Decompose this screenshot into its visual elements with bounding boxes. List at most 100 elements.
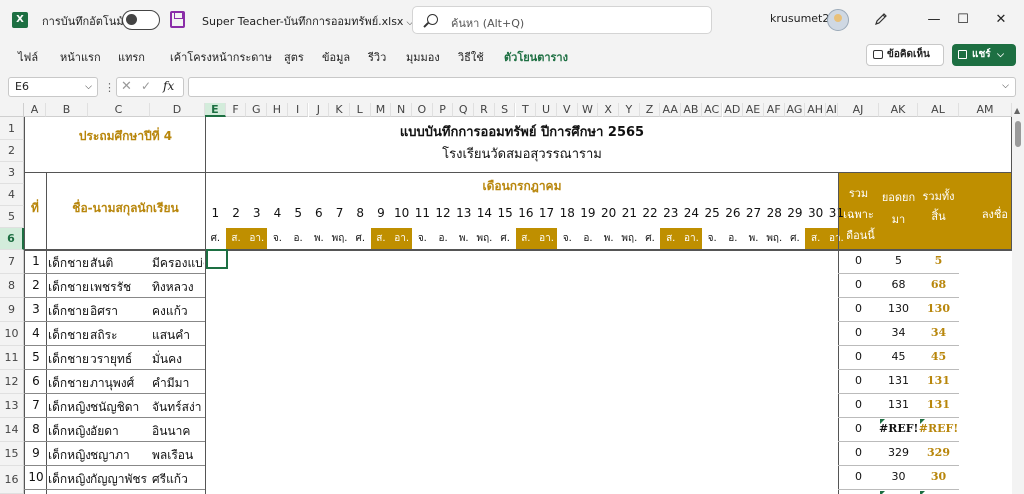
student-carry[interactable]: 130 (879, 302, 918, 315)
name-box[interactable]: E6 ⌵ (8, 77, 98, 97)
student-no[interactable]: 9 (26, 446, 46, 460)
column-header-b[interactable]: B (46, 103, 88, 117)
student-prefix[interactable]: เด็กหญิง (48, 422, 90, 441)
row-header-9[interactable]: 9 (0, 298, 24, 322)
share-button[interactable]: แชร์ ⌵ (952, 44, 1016, 66)
student-no[interactable]: 8 (26, 422, 46, 436)
row-header-5[interactable]: 5 (0, 206, 24, 228)
column-header-ak[interactable]: AK (879, 103, 918, 117)
column-header-ah[interactable]: AH (805, 103, 826, 117)
student-total[interactable]: 5 (918, 254, 959, 267)
column-header-ai[interactable]: AI (826, 103, 838, 117)
student-total[interactable]: 45 (918, 350, 959, 363)
student-prefix[interactable]: เด็กหญิง (48, 446, 90, 465)
student-carry[interactable]: 5 (879, 254, 918, 267)
search-box[interactable]: ค้นหา (Alt+Q) (412, 6, 712, 34)
column-header-ab[interactable]: AB (681, 103, 702, 117)
student-no[interactable]: 4 (26, 326, 46, 340)
file-name-dropdown[interactable]: Super Teacher-บันทึกการออมทรัพย์.xlsx ⌵ (202, 12, 413, 30)
student-carry[interactable]: 30 (879, 470, 918, 483)
student-total[interactable]: 34 (918, 326, 959, 339)
column-header-o[interactable]: O (412, 103, 433, 117)
spreadsheet-grid[interactable]: A B C D E F G H I J K L M N O P Q R S T U V W X Y Z AA AB AC AD AE AF AG… (0, 103, 1024, 494)
tab-insert[interactable]: แทรก (118, 48, 145, 66)
scroll-thumb[interactable] (1015, 121, 1021, 147)
scroll-up-icon[interactable]: ▲ (1014, 106, 1020, 115)
row-header-6[interactable]: 6 (0, 228, 24, 250)
student-prefix[interactable]: เด็กชาย (48, 326, 90, 345)
student-first-name[interactable]: อิศรา (90, 302, 148, 321)
student-month-total[interactable]: 0 (838, 470, 879, 483)
student-carry[interactable]: 34 (879, 326, 918, 339)
more-icon[interactable]: ⋮ (104, 81, 115, 94)
column-header-n[interactable]: N (391, 103, 412, 117)
cancel-icon[interactable]: ✕ (121, 79, 132, 94)
student-month-total[interactable]: 0 (838, 278, 879, 291)
student-first-name[interactable]: สถิระ (90, 326, 148, 345)
comments-button[interactable]: ข้อคิดเห็น (866, 44, 944, 66)
column-header-x[interactable]: X (598, 103, 619, 117)
student-first-name[interactable]: ชญาภา (90, 446, 148, 465)
column-header-ac[interactable]: AC (701, 103, 723, 117)
column-header-s[interactable]: S (494, 103, 516, 117)
row-header-12[interactable]: 12 (0, 370, 24, 394)
enter-icon[interactable]: ✓ (141, 79, 151, 93)
vertical-scrollbar[interactable]: ▲ (1012, 103, 1024, 494)
student-no[interactable]: 2 (26, 278, 46, 292)
tab-data[interactable]: ข้อมูล (322, 48, 350, 66)
student-month-total[interactable]: 0 (838, 374, 879, 387)
row-header-3[interactable]: 3 (0, 162, 24, 184)
column-header-a[interactable]: A (24, 103, 46, 117)
autosave-toggle[interactable] (122, 10, 160, 30)
tab-formulas[interactable]: สูตร (284, 48, 304, 66)
column-header-ag[interactable]: AG (784, 103, 806, 117)
column-header-u[interactable]: U (536, 103, 557, 117)
student-month-total[interactable]: 0 (838, 326, 879, 339)
student-total[interactable]: 329 (918, 446, 959, 459)
row-header-10[interactable]: 10 (0, 322, 24, 346)
row-header-2[interactable]: 2 (0, 140, 24, 162)
student-last-name[interactable]: มีครองแบ่ง (152, 254, 204, 273)
column-header-z[interactable]: Z (639, 103, 661, 117)
student-prefix[interactable]: เด็กชาย (48, 374, 90, 393)
student-month-total[interactable]: 0 (838, 446, 879, 459)
student-total[interactable]: 131 (918, 374, 959, 387)
pen-icon[interactable] (874, 12, 888, 26)
minimize-button[interactable]: — (924, 10, 944, 30)
column-header-v[interactable]: V (556, 103, 578, 117)
tab-help[interactable]: วิธีใช้ (458, 48, 484, 66)
row-header-1[interactable]: 1 (0, 117, 24, 140)
chevron-down-icon[interactable]: ⌵ (1002, 81, 1009, 91)
student-last-name[interactable]: แสนคำ (152, 326, 204, 345)
column-header-t[interactable]: T (515, 103, 537, 117)
column-header-w[interactable]: W (577, 103, 599, 117)
tab-table-design[interactable]: ตัวโยนตาราง (504, 48, 568, 66)
column-header-k[interactable]: K (329, 103, 350, 117)
column-header-y[interactable]: Y (619, 103, 640, 117)
student-prefix[interactable]: เด็กหญิง (48, 470, 90, 489)
save-icon[interactable] (170, 11, 185, 28)
student-last-name[interactable]: ศรีแก้ว (152, 470, 204, 489)
student-first-name[interactable]: เพชรรัช (90, 278, 148, 297)
tab-page-layout[interactable]: เค้าโครงหน้ากระดาษ (170, 48, 272, 66)
student-no[interactable]: 6 (26, 374, 46, 388)
restore-button[interactable]: ☐ (953, 10, 973, 30)
tab-file[interactable]: ไฟล์ (18, 48, 38, 66)
student-last-name[interactable]: มั่นคง (152, 350, 204, 369)
student-last-name[interactable]: คงแก้ว (152, 302, 204, 321)
student-carry[interactable]: 131 (879, 374, 918, 387)
avatar[interactable] (827, 9, 849, 31)
student-total[interactable]: 30 (918, 470, 959, 483)
student-last-name[interactable]: ทิงหลวง (152, 278, 204, 297)
column-header-p[interactable]: P (432, 103, 454, 117)
student-last-name[interactable]: อินนาค (152, 422, 204, 441)
row-header-16[interactable]: 16 (0, 466, 24, 494)
tab-review[interactable]: รีวิว (368, 48, 386, 66)
student-prefix[interactable]: เด็กชาย (48, 350, 90, 369)
column-header-aj[interactable]: AJ (838, 103, 879, 117)
student-prefix[interactable]: เด็กหญิง (48, 398, 90, 417)
row-header-14[interactable]: 14 (0, 418, 24, 442)
row-header-11[interactable]: 11 (0, 346, 24, 370)
insert-function-icon[interactable]: fx (163, 79, 174, 93)
row-header-15[interactable]: 15 (0, 442, 24, 466)
